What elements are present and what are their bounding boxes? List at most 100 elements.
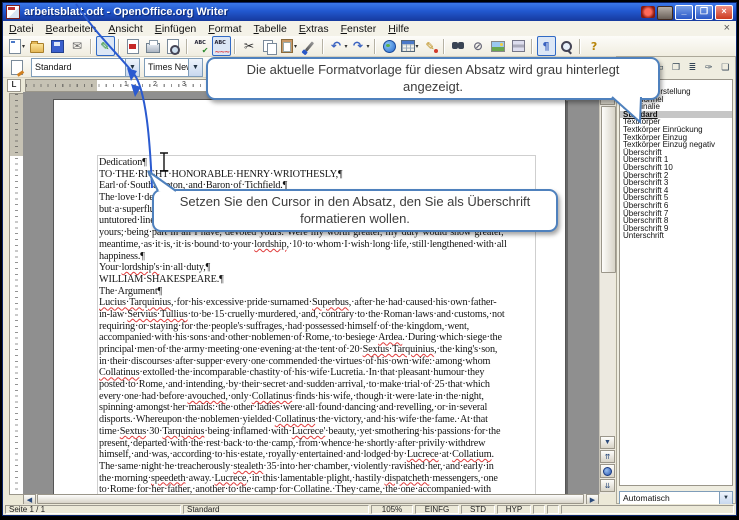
save-button[interactable]: [48, 36, 67, 56]
document-line: in-law·Servius·Tullius·to·be·15·cruelly·…: [99, 309, 535, 321]
callout1-text: Die aktuelle Formatvorlage für diesen Ab…: [246, 62, 620, 77]
copy-button[interactable]: [260, 36, 279, 56]
navigator-button[interactable]: ⊘: [469, 36, 488, 56]
document-line: WILLIAM·SHAKESPEARE.¶: [99, 274, 535, 286]
menu-datei[interactable]: Datei: [3, 23, 40, 35]
close-document-icon[interactable]: ×: [724, 23, 730, 34]
page-preview-button[interactable]: [164, 36, 183, 56]
email-button[interactable]: ✉: [68, 36, 87, 56]
style-item-unterschrift[interactable]: Unterschrift: [620, 232, 732, 240]
data-sources-button[interactable]: [509, 36, 528, 56]
format-paintbrush-button[interactable]: [300, 36, 319, 56]
menu-fenster[interactable]: Fenster: [335, 23, 383, 35]
callout2-text: formatieren wollen.: [300, 210, 410, 226]
auto-spellcheck-button[interactable]: [211, 36, 231, 56]
page-preview-icon: [167, 38, 180, 55]
close-button[interactable]: ×: [715, 4, 733, 20]
document-line: The·Argument¶: [99, 286, 535, 298]
new-style-from-selection-icon[interactable]: ❏: [718, 60, 733, 76]
status-page[interactable]: Seite 1 / 1: [5, 505, 181, 514]
styles-window-button[interactable]: [8, 57, 27, 77]
chevron-down-icon[interactable]: ▾: [416, 43, 419, 50]
edit-file-button[interactable]: ✎: [95, 36, 115, 56]
restore-button[interactable]: ❐: [695, 4, 713, 20]
horizontal-scroll-thumb[interactable]: [37, 494, 584, 504]
menu-ansicht[interactable]: Ansicht: [102, 23, 148, 35]
export-pdf-icon: [127, 38, 139, 54]
vertical-ruler[interactable]: [9, 93, 24, 495]
draw-functions-button[interactable]: ✎: [421, 36, 440, 56]
ruler-number: 1: [124, 81, 128, 88]
vertical-scroll-thumb[interactable]: [601, 106, 616, 273]
scroll-down-icon[interactable]: ▼: [600, 436, 615, 449]
navigation-button[interactable]: [600, 464, 615, 478]
screenshot-frame: arbeitsblatt.odt - OpenOffice.org Writer…: [0, 0, 739, 520]
font-name-combo[interactable]: Times New Roman ▼: [144, 57, 203, 77]
menu-hilfe[interactable]: Hilfe: [382, 23, 415, 35]
new-document-button[interactable]: ▾: [8, 36, 27, 56]
undo-button[interactable]: ↶ ▾: [328, 36, 349, 56]
auto-spellcheck-icon: [214, 39, 230, 56]
minimize-button[interactable]: _: [675, 4, 693, 20]
misspelled-word: Sextus: [119, 425, 147, 437]
status-zoom[interactable]: 105%: [371, 505, 413, 514]
paste-button[interactable]: ▾: [280, 36, 299, 56]
page-styles-icon[interactable]: ❐: [668, 60, 683, 76]
cut-button[interactable]: ✂: [240, 36, 259, 56]
help-button[interactable]: ?: [585, 36, 604, 56]
vertical-scrollbar[interactable]: ▲ ▼ ⇈ ⇊: [599, 92, 616, 494]
data-sources-icon: [511, 40, 525, 52]
spellcheck-button[interactable]: [192, 36, 211, 56]
writer-app-icon: [6, 5, 20, 19]
nonprinting-characters-button[interactable]: ¶: [536, 36, 556, 56]
chevron-down-icon[interactable]: ▼: [188, 58, 202, 76]
status-selection-mode[interactable]: STD: [461, 505, 495, 514]
toolbar-separator: [579, 38, 582, 54]
open-button[interactable]: [28, 36, 47, 56]
status-page-style[interactable]: Standard: [183, 505, 369, 514]
chevron-down-icon[interactable]: ▾: [367, 43, 370, 50]
styles-filter-value: Automatisch: [623, 493, 670, 503]
callout1-text: angezeigt.: [403, 78, 463, 94]
text-run: TO·THE·RIGHT·HONORABLE·HENRY·WRIOTHESLY,…: [99, 168, 343, 180]
tab-stop-selector[interactable]: L: [7, 79, 21, 92]
status-hyperlink-mode[interactable]: HYP: [497, 505, 531, 514]
text-run: ·the·victory,·and·his·wife·the·fame.·At·…: [315, 414, 488, 426]
chevron-down-icon[interactable]: ▾: [22, 43, 25, 50]
find-replace-button[interactable]: [449, 36, 468, 56]
misspelled-word: Collatine: [293, 484, 330, 494]
chevron-down-icon[interactable]: ▾: [345, 43, 348, 50]
ruler-number: 3: [182, 81, 186, 88]
previous-page-icon[interactable]: ⇈: [600, 450, 615, 463]
menu-bearbeiten[interactable]: Bearbeiten: [40, 23, 103, 35]
menu-format[interactable]: Format: [202, 23, 247, 35]
styles-list[interactable]: GegenüberstellungGrußformelMarginalieSta…: [619, 79, 733, 486]
chevron-down-icon[interactable]: ▾: [294, 43, 297, 50]
styles-and-formatting-panel: ¶A▭❐≣✑❏ GegenüberstellungGrußformelMargi…: [616, 56, 736, 505]
hyperlink-button[interactable]: [380, 36, 399, 56]
chevron-down-icon[interactable]: ▼: [719, 492, 732, 504]
export-pdf-button[interactable]: [124, 36, 143, 56]
spellcheck-icon: [194, 39, 209, 55]
document-page[interactable]: Dedication¶ TO·THE·RIGHT·HONORABLE·HENRY·…: [53, 99, 566, 494]
print-button[interactable]: [144, 36, 163, 56]
callout2-text: Setzen Sie den Cursor in den Absatz, den…: [179, 194, 531, 209]
paragraph-style-combo[interactable]: Standard ▼: [31, 57, 140, 77]
menu-tabelle[interactable]: Tabelle: [248, 23, 293, 35]
menu-extras[interactable]: Extras: [293, 23, 335, 35]
list-styles-icon[interactable]: ≣: [685, 60, 700, 76]
fill-format-mode-icon[interactable]: ✑: [701, 60, 716, 76]
title-bar[interactable]: arbeitsblatt.odt - OpenOffice.org Writer…: [3, 3, 736, 21]
zoom-button[interactable]: [557, 36, 576, 56]
gallery-button[interactable]: [489, 36, 508, 56]
styles-filter-combo[interactable]: Automatisch ▼: [619, 491, 733, 505]
menu-einfgen[interactable]: Einfügen: [149, 23, 202, 35]
save-icon: [50, 39, 64, 53]
status-insert-mode[interactable]: EINFG: [415, 505, 459, 514]
standard-toolbar: ▾✉✎✂▾↶▾↷▾▾✎⊘¶?: [3, 36, 736, 57]
document-line: Dedication¶: [99, 157, 535, 169]
chevron-down-icon[interactable]: ▼: [125, 58, 139, 76]
redo-button[interactable]: ↷ ▾: [350, 36, 371, 56]
next-page-icon[interactable]: ⇊: [600, 479, 615, 492]
table-button[interactable]: ▾: [400, 36, 420, 56]
